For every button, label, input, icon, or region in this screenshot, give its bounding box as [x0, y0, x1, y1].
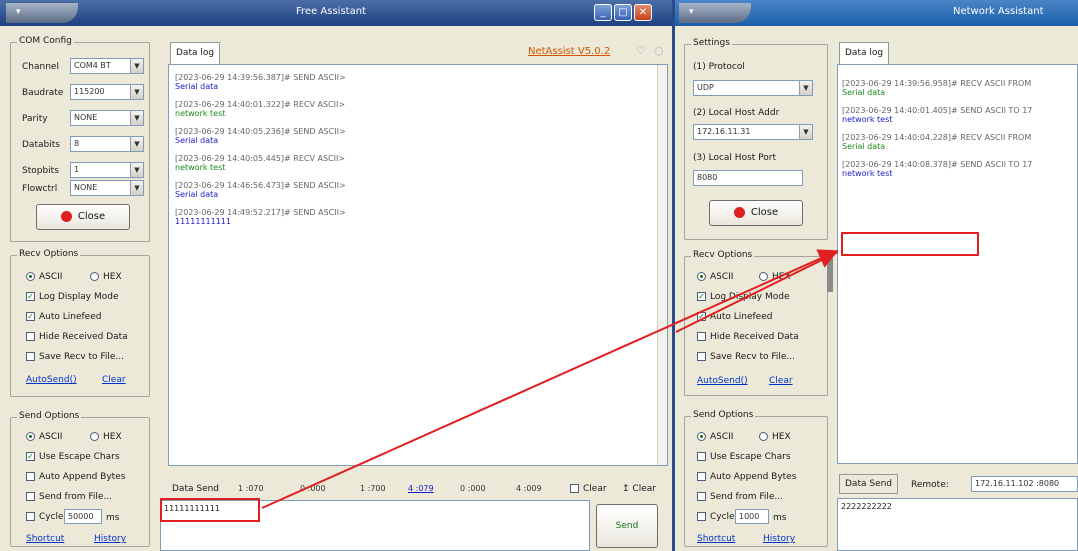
annotation-arrows: [261, 249, 839, 509]
arrow-right-to-left: [675, 251, 839, 333]
arrow-left-to-right: [261, 249, 839, 509]
